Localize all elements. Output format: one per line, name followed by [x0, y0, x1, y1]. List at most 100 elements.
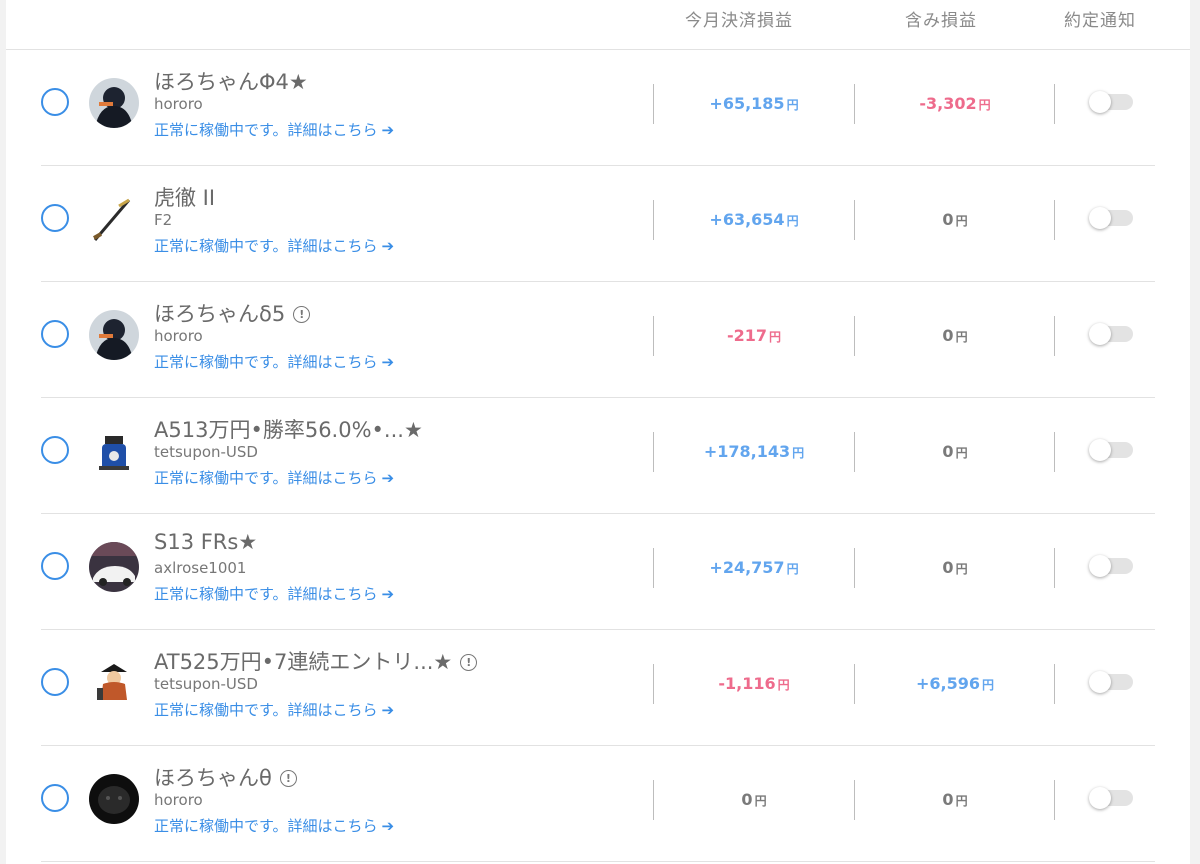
- unrealized-pl-amount: 0: [942, 558, 954, 577]
- bot-owner: hororo: [154, 95, 203, 113]
- currency-unit: 円: [754, 794, 767, 808]
- notification-toggle[interactable]: [1089, 555, 1133, 577]
- unrealized-pl-value: +6,596 円: [855, 674, 1055, 693]
- currency-unit: 円: [777, 678, 790, 692]
- currency-unit: 円: [792, 446, 805, 460]
- bot-owner: hororo: [154, 327, 203, 345]
- currency-unit: 円: [955, 794, 968, 808]
- status-link[interactable]: 正常に稼働中です。詳細はこちら ➔: [154, 119, 394, 140]
- bot-name[interactable]: S13 FRs★: [154, 530, 257, 554]
- status-text: 正常に稼働中です。詳細はこちら: [154, 817, 378, 835]
- avatar: [89, 78, 139, 128]
- currency-unit: 円: [955, 214, 968, 228]
- unrealized-pl-amount: -3,302: [919, 94, 977, 113]
- currency-unit: 円: [769, 330, 782, 344]
- divider: [1054, 84, 1055, 124]
- arrow-right-icon: ➔: [381, 237, 395, 255]
- bot-name-text: 虎徹 II: [154, 186, 216, 210]
- divider: [1054, 548, 1055, 588]
- status-link[interactable]: 正常に稼働中です。詳細はこちら ➔: [154, 583, 394, 604]
- bot-row: A513万円•勝率56.0%•...★ tetsupon-USD 正常に稼働中で…: [41, 398, 1155, 514]
- bot-owner: axlrose1001: [154, 559, 247, 577]
- settled-pl-amount: +178,143: [703, 442, 791, 461]
- settled-pl-value: -1,116 円: [654, 674, 854, 693]
- select-radio[interactable]: [41, 88, 69, 116]
- select-radio[interactable]: [41, 320, 69, 348]
- status-link[interactable]: 正常に稼働中です。詳細はこちら ➔: [154, 467, 394, 488]
- status-link[interactable]: 正常に稼働中です。詳細はこちら ➔: [154, 235, 394, 256]
- avatar: [89, 658, 139, 708]
- toggle-knob: [1089, 671, 1111, 693]
- settled-pl-value: 0円: [654, 790, 854, 809]
- status-link[interactable]: 正常に稼働中です。詳細はこちら ➔: [154, 699, 394, 720]
- bot-name-text: ほろちゃんδ5: [154, 302, 286, 326]
- toggle-knob: [1089, 207, 1111, 229]
- avatar: [89, 542, 139, 592]
- status-link[interactable]: 正常に稼働中です。詳細はこちら ➔: [154, 815, 394, 836]
- bot-name[interactable]: 虎徹 II: [154, 182, 215, 212]
- select-radio[interactable]: [41, 784, 69, 812]
- bot-row: AT525万円•7連続エントリ...★! tetsupon-USD 正常に稼働中…: [41, 630, 1155, 746]
- divider: [1054, 664, 1055, 704]
- settled-pl-value: +63,654 円: [654, 210, 854, 229]
- unrealized-pl-amount: 0: [942, 442, 954, 461]
- notification-toggle[interactable]: [1089, 439, 1133, 461]
- settled-pl-value: -217 円: [654, 326, 854, 345]
- avatar: [89, 774, 139, 824]
- settled-pl-amount: 0: [741, 790, 753, 809]
- info-icon[interactable]: !: [460, 654, 478, 671]
- currency-unit: 円: [955, 330, 968, 344]
- currency-unit: 円: [955, 446, 968, 460]
- select-radio[interactable]: [41, 436, 69, 464]
- header-unrealized-pl: 含み損益: [905, 11, 977, 31]
- notification-toggle[interactable]: [1089, 787, 1133, 809]
- unrealized-pl-amount: 0: [942, 790, 954, 809]
- select-radio[interactable]: [41, 204, 69, 232]
- divider: [1054, 432, 1055, 472]
- notification-toggle[interactable]: [1089, 91, 1133, 113]
- currency-unit: 円: [786, 562, 799, 576]
- bot-name-text: S13 FRs★: [154, 530, 258, 554]
- info-icon[interactable]: !: [279, 770, 297, 787]
- bot-row: ほろちゃんδ5! hororo 正常に稼働中です。詳細はこちら ➔ -217 円 0…: [41, 282, 1155, 398]
- bot-owner: hororo: [154, 791, 203, 809]
- settled-pl-amount: -1,116: [718, 674, 776, 693]
- arrow-right-icon: ➔: [381, 585, 395, 603]
- toggle-knob: [1089, 439, 1111, 461]
- notification-toggle[interactable]: [1089, 671, 1133, 693]
- bot-name[interactable]: ほろちゃんθ!: [154, 762, 297, 792]
- select-radio[interactable]: [41, 668, 69, 696]
- unrealized-pl-value: -3,302 円: [855, 94, 1055, 113]
- bot-name[interactable]: ほろちゃんΦ4★: [154, 66, 308, 96]
- toggle-knob: [1089, 555, 1111, 577]
- divider: [1054, 780, 1055, 820]
- select-radio[interactable]: [41, 552, 69, 580]
- currency-unit: 円: [786, 98, 799, 112]
- bot-row: ほろちゃんΦ4★ hororo 正常に稼働中です。詳細はこちら ➔ +65,185…: [41, 50, 1155, 166]
- header-fill-notification: 約定通知: [1064, 11, 1136, 31]
- settled-pl-amount: +63,654: [709, 210, 785, 229]
- toggle-knob: [1089, 787, 1111, 809]
- bot-name[interactable]: ほろちゃんδ5!: [154, 298, 311, 328]
- bot-name[interactable]: A513万円•勝率56.0%•...★: [154, 414, 423, 444]
- status-text: 正常に稼働中です。詳細はこちら: [154, 121, 378, 139]
- currency-unit: 円: [955, 562, 968, 576]
- bot-name[interactable]: AT525万円•7連続エントリ...★!: [154, 646, 478, 676]
- unrealized-pl-value: 0円: [855, 442, 1055, 461]
- status-link[interactable]: 正常に稼働中です。詳細はこちら ➔: [154, 351, 394, 372]
- settled-pl-amount: +65,185: [709, 94, 785, 113]
- info-icon[interactable]: !: [293, 306, 311, 323]
- settled-pl-value: +178,143 円: [654, 442, 854, 461]
- table-header: 今月決済損益 含み損益 約定通知: [6, 0, 1190, 50]
- notification-toggle[interactable]: [1089, 323, 1133, 345]
- unrealized-pl-amount: +6,596: [915, 674, 980, 693]
- bot-row: S13 FRs★ axlrose1001 正常に稼働中です。詳細はこちら ➔ +2…: [41, 514, 1155, 630]
- bot-name-text: A513万円•勝率56.0%•...★: [154, 418, 423, 442]
- bot-owner: tetsupon-USD: [154, 675, 258, 693]
- unrealized-pl-value: 0円: [855, 326, 1055, 345]
- unrealized-pl-value: 0円: [855, 558, 1055, 577]
- bot-list-panel: 今月決済損益 含み損益 約定通知 ほろちゃんΦ4★ hororo 正常に稼働中で…: [6, 0, 1190, 864]
- settled-pl-value: +24,757 円: [654, 558, 854, 577]
- unrealized-pl-value: 0円: [855, 210, 1055, 229]
- notification-toggle[interactable]: [1089, 207, 1133, 229]
